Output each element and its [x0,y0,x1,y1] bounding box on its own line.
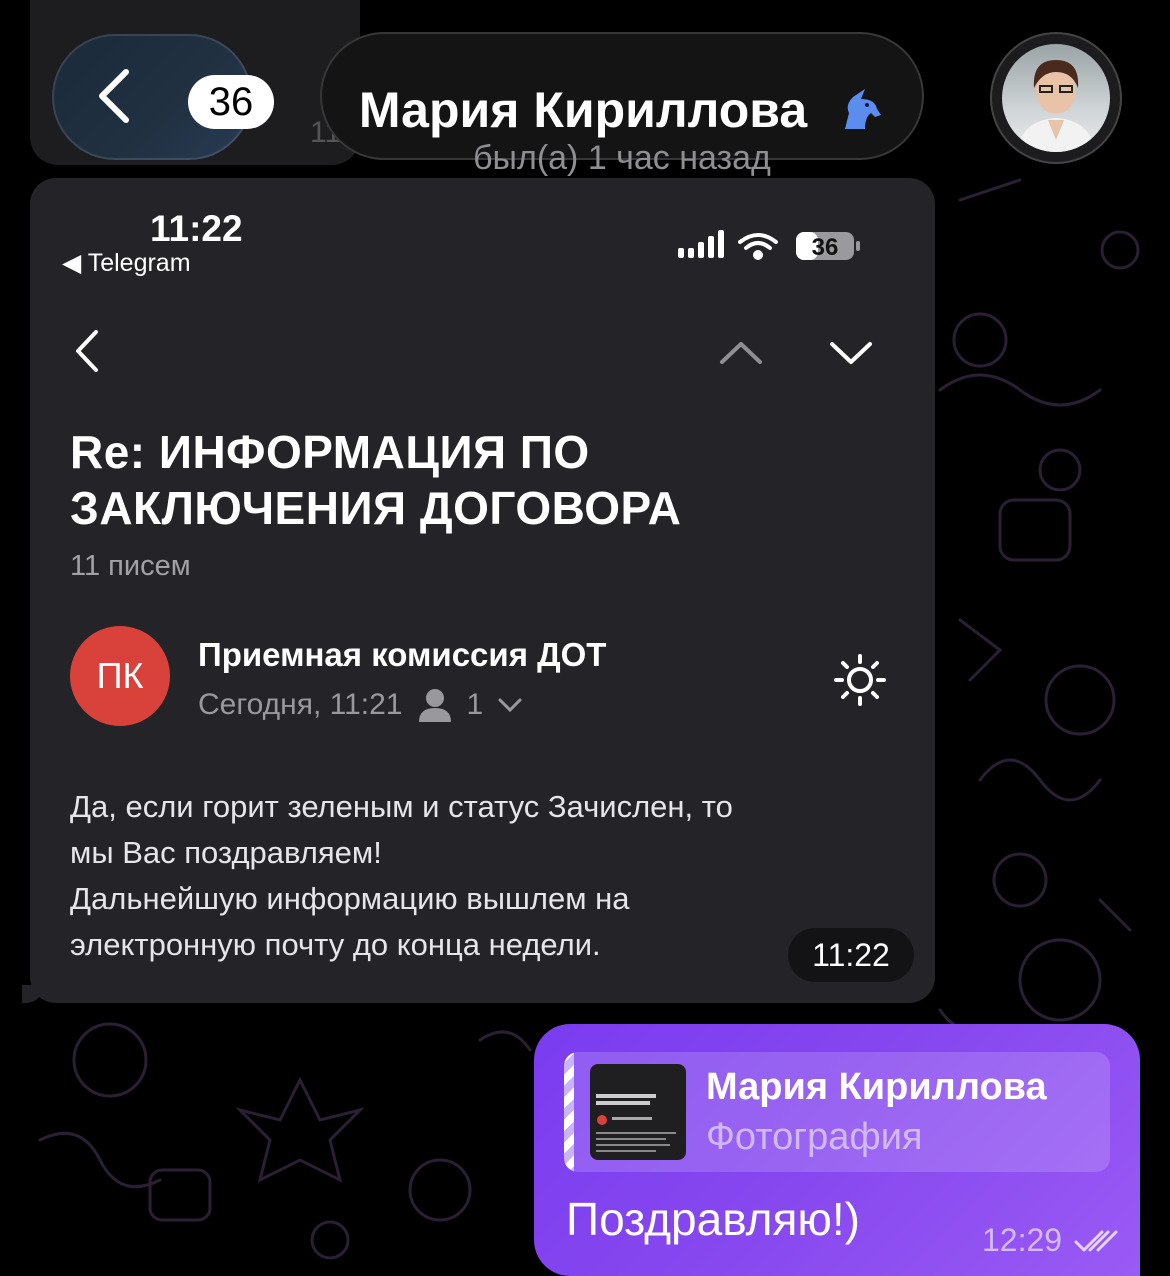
sender-avatar: ПК [70,626,170,726]
contact-status: был(а) 1 час назад [473,139,771,177]
message-time: 11:22 [788,928,914,982]
status-time: 11:22 [150,208,243,249]
mail-body: Да, если горит зеленым и статус Зачислен… [70,784,890,968]
signal-icon [678,230,724,258]
sender-name: Приемная комиссия ДОТ [198,636,607,673]
unicorn-icon [845,88,882,129]
sun-icon [834,654,886,706]
reply-thumbnail [590,1064,686,1160]
sender-meta: Сегодня, 11:21 1 [198,688,523,722]
reply-preview[interactable]: Мария Кириллова Фотография [564,1052,1110,1172]
status-app-back: ◀ Telegram [62,249,191,277]
battery-icon: 36 [796,232,860,261]
status-icons: 36 [678,230,860,261]
avatar [1002,44,1110,152]
double-check-icon [1074,1230,1118,1252]
mail-body-line2: мы Вас поздравляем! [70,835,382,870]
mail-subject: Re: ИНФОРМАЦИЯ ПО ЗАКЛЮЧЕНИЯ ДОГОВОРА [70,424,830,536]
outgoing-text: Поздравляю!) [566,1193,860,1245]
recipients-count: 1 [466,688,484,721]
chat-title[interactable]: Мария Кириллова был(а) 1 час назад [320,32,924,177]
person-icon [418,689,451,722]
mail-subject-line1: Re: ИНФОРМАЦИЯ ПО [70,426,590,478]
photo-message[interactable]: 11:22 ◀ Telegram 36 Re: ИНФОРМАЦИЯ ПО ЗА… [30,178,935,1003]
mail-body-line1: Да, если горит зеленым и статус Зачислен… [70,789,733,824]
chevron-left-icon [76,330,98,372]
mail-body-line4: электронную почту до конца недели. [70,927,601,962]
reply-bar [564,1052,574,1172]
reply-author: Мария Кириллова [706,1066,1047,1108]
unread-count-badge: 36 [188,75,274,129]
outgoing-time: 12:29 [982,1222,1063,1258]
wifi-icon [738,233,778,260]
mail-body-line3: Дальнейшую информацию вышлем на [70,881,630,916]
mail-count: 11 писем [70,550,191,582]
mail-subject-line2: ЗАКЛЮЧЕНИЯ ДОГОВОРА [70,482,682,534]
chevron-down-icon [498,698,522,713]
mail-date: Сегодня, 11:21 [198,688,403,721]
outgoing-message[interactable]: Мария Кириллова Фотография Поздравляю!) … [534,1024,1140,1276]
chevron-down-icon [830,342,872,364]
contact-avatar-button[interactable] [990,32,1122,164]
back-chevron-icon [99,69,129,123]
contact-name: Мария Кириллова [358,81,808,138]
svg-text:36: 36 [812,234,839,261]
reply-type: Фотография [706,1116,923,1158]
chevron-up-icon [720,342,762,364]
back-button[interactable]: 36 [52,34,274,160]
